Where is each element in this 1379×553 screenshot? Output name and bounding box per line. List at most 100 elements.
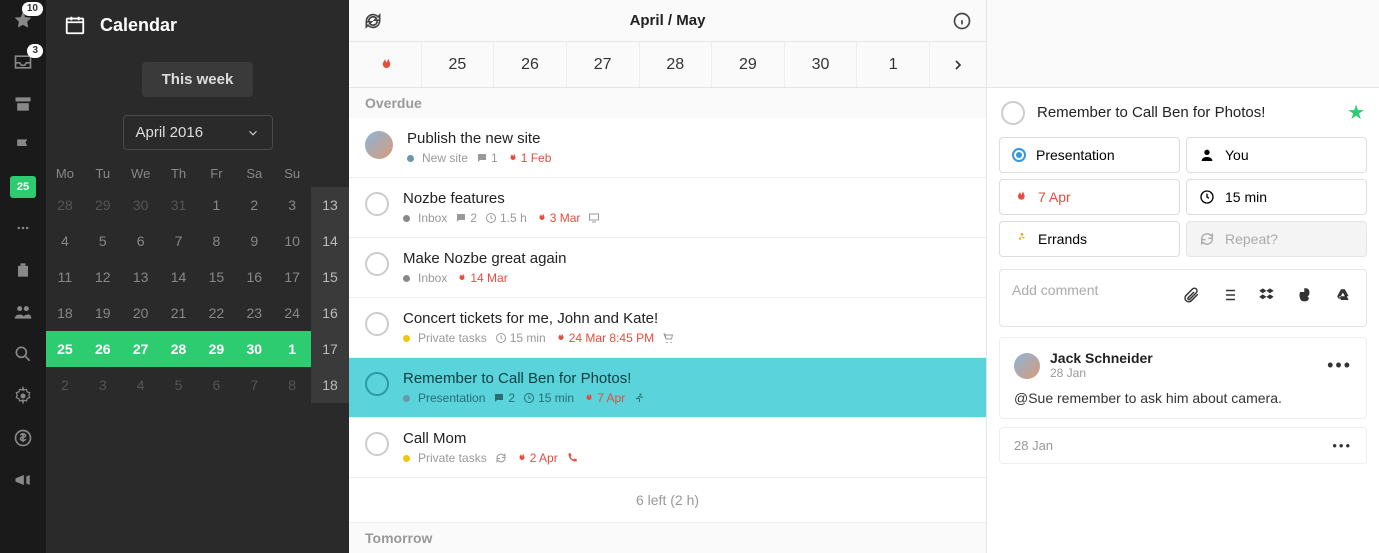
prop-time[interactable]: 15 min <box>1186 179 1367 215</box>
cal-day[interactable]: 8 <box>198 223 236 259</box>
cal-day[interactable]: 4 <box>122 367 160 403</box>
attach-icon[interactable] <box>1182 286 1200 304</box>
rail-archive[interactable] <box>11 92 35 116</box>
detail-star[interactable]: ★ <box>1347 100 1365 125</box>
cal-day[interactable]: 1 <box>198 187 236 223</box>
cal-day[interactable]: 19 <box>84 295 122 331</box>
stub-more[interactable]: ••• <box>1332 438 1352 453</box>
cal-day[interactable]: 2 <box>235 187 273 223</box>
cal-day[interactable]: 6 <box>122 223 160 259</box>
day-cell[interactable]: 30 <box>785 42 858 87</box>
cal-weeknum[interactable]: 13 <box>311 187 349 223</box>
day-cell[interactable]: 26 <box>494 42 567 87</box>
task-row[interactable]: Call MomPrivate tasks 2 Apr <box>349 418 986 478</box>
task-complete-circle[interactable] <box>365 192 389 216</box>
cal-day[interactable]: 9 <box>235 223 273 259</box>
cal-day[interactable]: 20 <box>122 295 160 331</box>
task-complete-circle[interactable] <box>365 312 389 336</box>
cal-day[interactable]: 30 <box>122 187 160 223</box>
cal-day[interactable]: 14 <box>160 259 198 295</box>
rail-chat[interactable] <box>11 216 35 240</box>
comment-stub[interactable]: 28 Jan ••• <box>999 427 1367 464</box>
cal-day[interactable]: 29 <box>198 331 236 367</box>
cal-day[interactable]: 16 <box>235 259 273 295</box>
month-select[interactable]: April 2016 <box>123 115 273 150</box>
day-overdue[interactable] <box>349 42 422 87</box>
cal-day[interactable]: 10 <box>273 223 311 259</box>
cal-day[interactable]: 21 <box>160 295 198 331</box>
day-cell[interactable]: 1 <box>857 42 930 87</box>
comment-input[interactable]: Add comment <box>999 269 1367 327</box>
cal-day[interactable]: 3 <box>84 367 122 403</box>
cal-day[interactable]: 1 <box>273 331 311 367</box>
task-complete-circle[interactable] <box>365 372 389 396</box>
cal-day[interactable]: 5 <box>84 223 122 259</box>
comment-more[interactable]: ••• <box>1327 355 1352 376</box>
cal-day[interactable]: 12 <box>84 259 122 295</box>
rail-search[interactable] <box>11 342 35 366</box>
cal-day[interactable]: 4 <box>46 223 84 259</box>
day-cell[interactable]: 25 <box>422 42 495 87</box>
task-complete-circle[interactable] <box>365 432 389 456</box>
rail-calendar[interactable]: 25 <box>10 176 36 198</box>
rail-luggage[interactable] <box>11 258 35 282</box>
cal-weeknum[interactable]: 14 <box>311 223 349 259</box>
task-row[interactable]: Concert tickets for me, John and Kate!Pr… <box>349 298 986 358</box>
cal-day[interactable]: 5 <box>160 367 198 403</box>
cal-day[interactable]: 25 <box>46 331 84 367</box>
list-icon[interactable] <box>1220 286 1238 304</box>
this-week-button[interactable]: This week <box>142 62 254 97</box>
day-cell[interactable]: 29 <box>712 42 785 87</box>
cal-day[interactable]: 27 <box>122 331 160 367</box>
prop-project[interactable]: Presentation <box>999 137 1180 173</box>
cal-day[interactable]: 23 <box>235 295 273 331</box>
task-row[interactable]: Remember to Call Ben for Photos!Presenta… <box>349 358 986 418</box>
day-cell[interactable]: 27 <box>567 42 640 87</box>
evernote-icon[interactable] <box>1296 286 1314 304</box>
prop-repeat[interactable]: Repeat? <box>1186 221 1367 257</box>
prop-assignee[interactable]: You <box>1186 137 1367 173</box>
cal-day[interactable]: 30 <box>235 331 273 367</box>
cal-day[interactable]: 24 <box>273 295 311 331</box>
cal-day[interactable]: 3 <box>273 187 311 223</box>
task-complete-circle[interactable] <box>365 252 389 276</box>
cal-day[interactable]: 28 <box>160 331 198 367</box>
rail-flag[interactable] <box>11 134 35 158</box>
cal-day[interactable]: 17 <box>273 259 311 295</box>
detail-complete-circle[interactable] <box>1001 101 1025 125</box>
day-next[interactable] <box>930 42 986 87</box>
day-cell[interactable]: 28 <box>640 42 713 87</box>
dropbox-icon[interactable] <box>1258 286 1276 304</box>
prop-category[interactable]: Errands <box>999 221 1180 257</box>
rail-people[interactable] <box>11 300 35 324</box>
task-row[interactable]: Make Nozbe great againInbox 14 Mar <box>349 238 986 298</box>
task-row[interactable]: Publish the new siteNew site 1 1 Feb <box>349 118 986 178</box>
info-icon[interactable] <box>952 11 972 31</box>
cal-day[interactable]: 7 <box>235 367 273 403</box>
rail-billing[interactable] <box>11 426 35 450</box>
cal-day[interactable]: 31 <box>160 187 198 223</box>
cal-weeknum[interactable]: 15 <box>311 259 349 295</box>
cal-day[interactable]: 15 <box>198 259 236 295</box>
cal-weeknum[interactable]: 17 <box>311 331 349 367</box>
drive-icon[interactable] <box>1334 286 1352 304</box>
cal-day[interactable]: 11 <box>46 259 84 295</box>
refresh-icon[interactable] <box>363 11 383 31</box>
task-row[interactable]: Nozbe featuresInbox 2 1.5 h 3 Mar <box>349 178 986 238</box>
cal-day[interactable]: 8 <box>273 367 311 403</box>
prop-due[interactable]: 7 Apr <box>999 179 1180 215</box>
cal-weeknum[interactable]: 16 <box>311 295 349 331</box>
cal-weeknum[interactable]: 18 <box>311 367 349 403</box>
rail-inbox[interactable]: 3 <box>11 50 35 74</box>
cal-day[interactable]: 26 <box>84 331 122 367</box>
cal-day[interactable]: 6 <box>198 367 236 403</box>
cal-day[interactable]: 18 <box>46 295 84 331</box>
rail-announce[interactable] <box>11 468 35 492</box>
cal-day[interactable]: 2 <box>46 367 84 403</box>
rail-star[interactable]: 10 <box>11 8 35 32</box>
rail-settings[interactable] <box>11 384 35 408</box>
cal-day[interactable]: 28 <box>46 187 84 223</box>
cal-day[interactable]: 7 <box>160 223 198 259</box>
cal-day[interactable]: 29 <box>84 187 122 223</box>
cal-day[interactable]: 13 <box>122 259 160 295</box>
